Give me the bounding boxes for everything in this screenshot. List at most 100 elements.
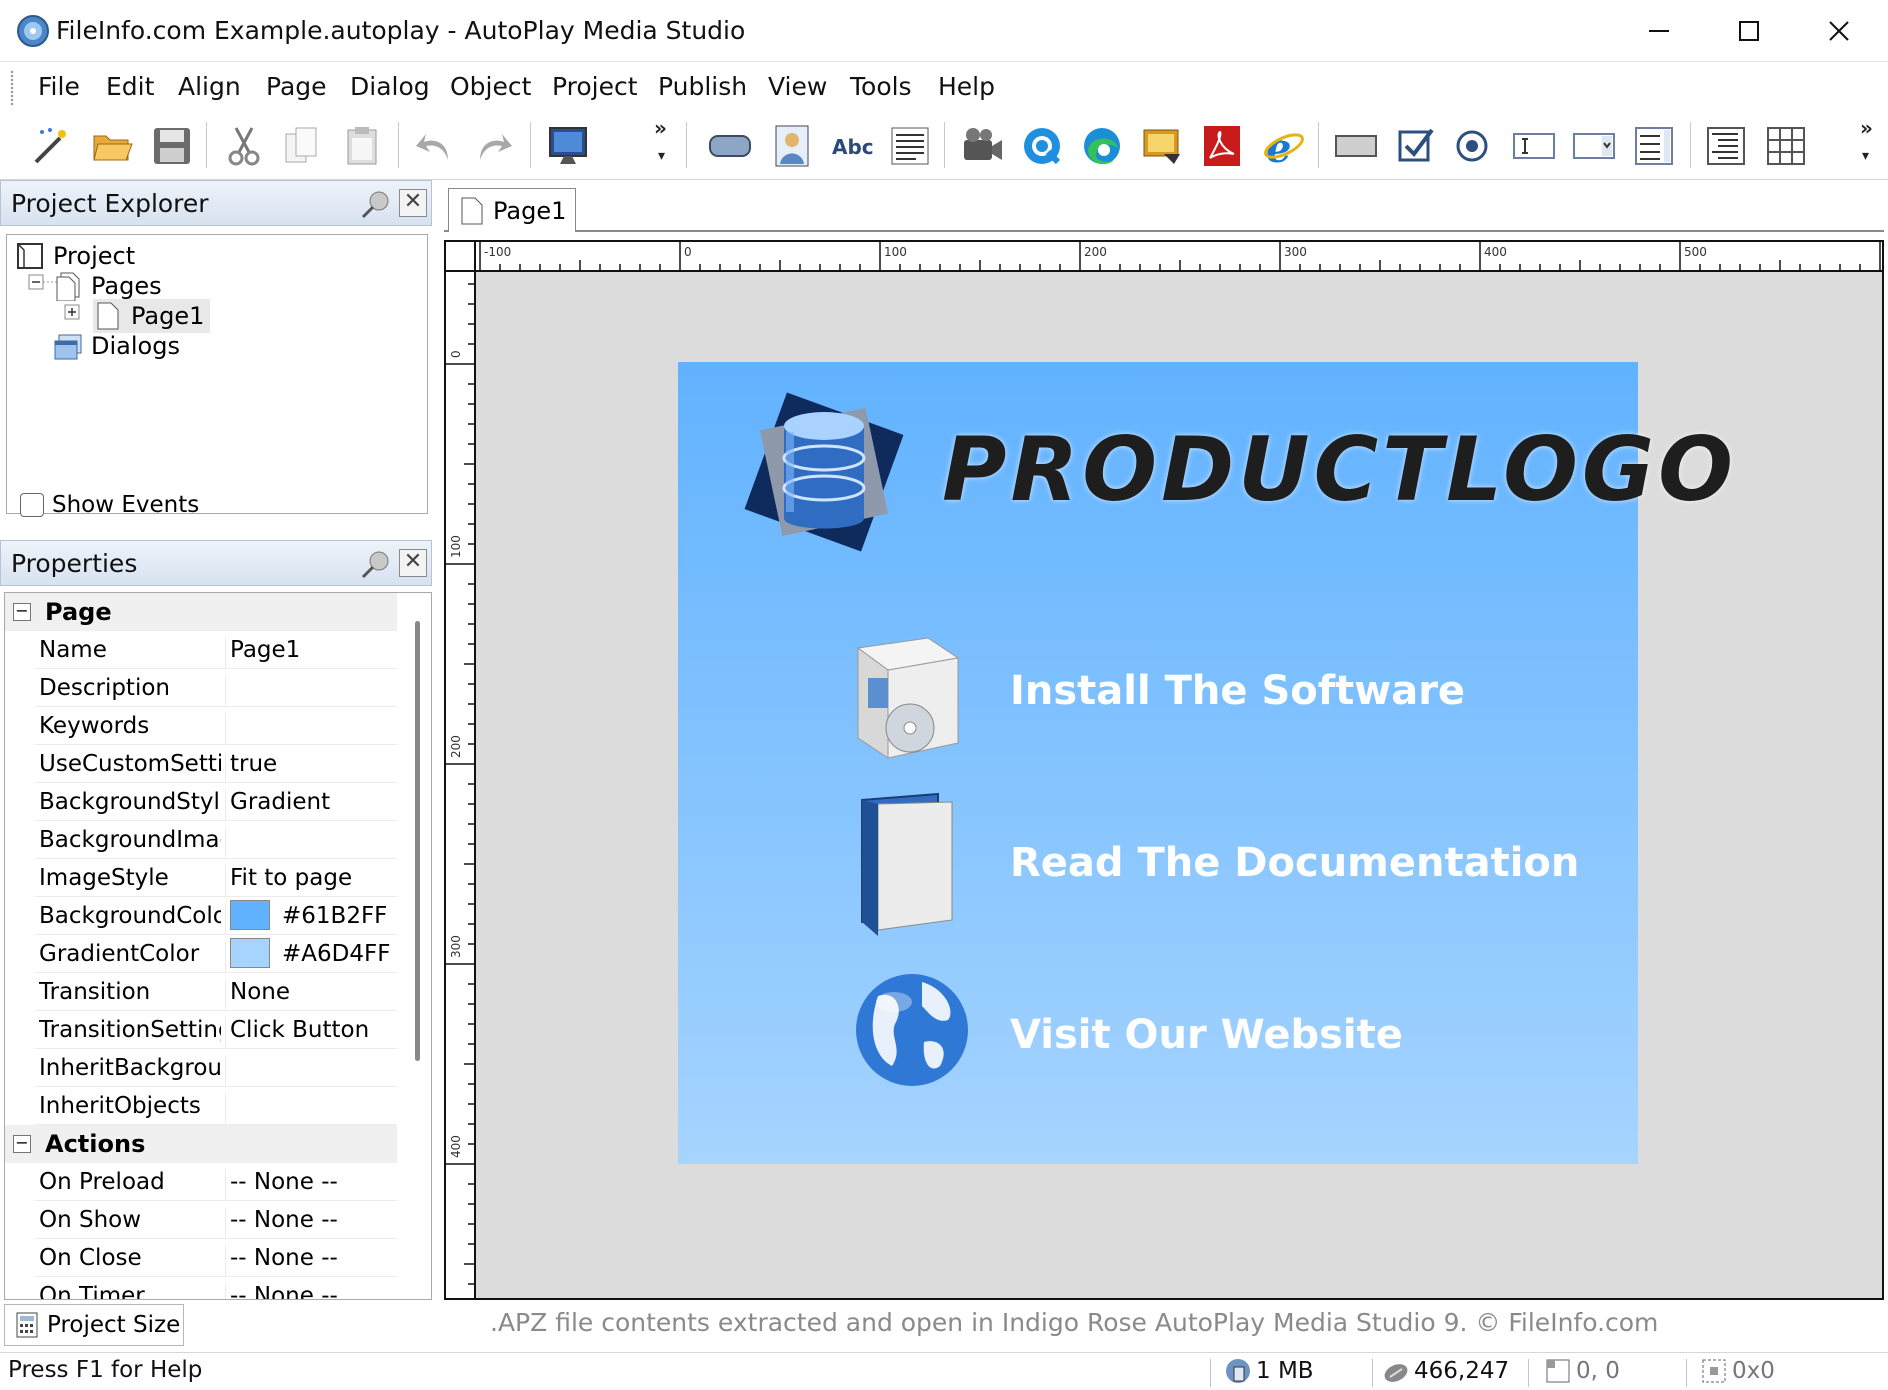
open-button[interactable] bbox=[86, 120, 138, 172]
wizard-button[interactable] bbox=[24, 120, 76, 172]
prop-group-page[interactable]: − Page bbox=[5, 593, 397, 631]
prop-row-description[interactable]: Description bbox=[35, 669, 397, 707]
insert-tree-object[interactable] bbox=[1700, 120, 1752, 172]
menu-publish[interactable]: Publish bbox=[658, 72, 747, 101]
toolbar-overflow-right[interactable]: » bbox=[1860, 116, 1873, 140]
insert-quicktime-object[interactable] bbox=[1016, 120, 1068, 172]
pin-icon[interactable] bbox=[359, 549, 391, 579]
prop-value[interactable]: -- None -- bbox=[225, 1283, 338, 1299]
toolbar-dropdown-right[interactable]: ▾ bbox=[1862, 148, 1869, 164]
prop-value[interactable] bbox=[225, 1055, 230, 1087]
insert-text-object[interactable]: Abc bbox=[826, 120, 878, 172]
prop-value[interactable]: true bbox=[225, 751, 277, 783]
color-swatch[interactable] bbox=[230, 899, 270, 930]
insert-pdf-object[interactable] bbox=[1196, 120, 1248, 172]
preview-button[interactable] bbox=[542, 120, 594, 172]
prop-value[interactable] bbox=[225, 1093, 230, 1125]
collapse-icon[interactable]: − bbox=[13, 1135, 31, 1153]
prop-value-color[interactable]: #A6D4FF bbox=[225, 937, 390, 973]
prop-row-backgroundcolor[interactable]: BackgroundColo #61B2FF bbox=[35, 897, 397, 935]
prop-row-backgroundimage[interactable]: BackgroundImag bbox=[35, 821, 397, 859]
prop-value[interactable] bbox=[225, 713, 230, 745]
insert-ie-object[interactable]: e bbox=[1258, 120, 1310, 172]
prop-row-onpreload[interactable]: On Preload -- None -- bbox=[35, 1163, 397, 1201]
menu-file[interactable]: File bbox=[38, 72, 80, 101]
prop-row-onshow[interactable]: On Show -- None -- bbox=[35, 1201, 397, 1239]
prop-group-actions[interactable]: − Actions bbox=[5, 1125, 397, 1163]
prop-value[interactable]: -- None -- bbox=[225, 1169, 338, 1201]
toolbar-overflow-left[interactable]: » bbox=[654, 116, 667, 140]
menu-view[interactable]: View bbox=[768, 72, 827, 101]
redo-button[interactable] bbox=[468, 120, 520, 172]
insert-input-object[interactable] bbox=[1330, 120, 1382, 172]
tree-item-page1[interactable]: Page1 bbox=[93, 299, 211, 333]
insert-listbox-object[interactable] bbox=[1628, 120, 1680, 172]
project-size-tab[interactable]: Project Size bbox=[4, 1304, 184, 1346]
prop-row-gradientcolor[interactable]: GradientColor #A6D4FF bbox=[35, 935, 397, 973]
close-button[interactable] bbox=[1794, 0, 1884, 62]
collapse-icon[interactable]: − bbox=[13, 603, 31, 621]
install-software-link[interactable]: Install The Software bbox=[1010, 668, 1465, 714]
visit-website-link[interactable]: Visit Our Website bbox=[1010, 1012, 1403, 1058]
prop-row-transition[interactable]: Transition None bbox=[35, 973, 397, 1011]
tab-page1[interactable]: Page1 bbox=[448, 188, 576, 232]
prop-value[interactable]: -- None -- bbox=[225, 1207, 338, 1239]
prop-row-imagestyle[interactable]: ImageStyle Fit to page bbox=[35, 859, 397, 897]
page-preview[interactable]: PRODUCTLOGO Install The Software Read Th… bbox=[678, 362, 1733, 1164]
menu-edit[interactable]: Edit bbox=[106, 72, 154, 101]
prop-row-name[interactable]: Name Page1 bbox=[35, 631, 397, 669]
menu-help[interactable]: Help bbox=[938, 72, 995, 101]
checkbox-box[interactable] bbox=[20, 493, 44, 517]
menu-page[interactable]: Page bbox=[266, 72, 327, 101]
insert-combobox-object[interactable] bbox=[1568, 120, 1620, 172]
properties-close-button[interactable]: ✕ bbox=[399, 549, 427, 577]
insert-web-object[interactable] bbox=[1076, 120, 1128, 172]
insert-paragraph-object[interactable] bbox=[884, 120, 936, 172]
copy-button[interactable] bbox=[276, 120, 328, 172]
prop-row-transitionsettings[interactable]: TransitionSetting Click Button bbox=[35, 1011, 397, 1049]
prop-row-backgroundstyle[interactable]: BackgroundStyle Gradient bbox=[35, 783, 397, 821]
prop-value[interactable]: Gradient bbox=[225, 789, 330, 821]
read-documentation-link[interactable]: Read The Documentation bbox=[1010, 840, 1579, 886]
prop-row-usecustomsettings[interactable]: UseCustomSettir true bbox=[35, 745, 397, 783]
undo-button[interactable] bbox=[408, 120, 460, 172]
insert-grid-object[interactable] bbox=[1760, 120, 1812, 172]
pin-icon[interactable] bbox=[359, 189, 391, 219]
tree-expand-icon[interactable] bbox=[63, 301, 93, 325]
project-explorer-close-button[interactable]: ✕ bbox=[399, 189, 427, 217]
prop-row-keywords[interactable]: Keywords bbox=[35, 707, 397, 745]
menu-object[interactable]: Object bbox=[450, 72, 531, 101]
prop-row-inheritobjects[interactable]: InheritObjects bbox=[35, 1087, 397, 1125]
prop-value[interactable]: Page1 bbox=[225, 637, 300, 669]
prop-value[interactable]: -- None -- bbox=[225, 1245, 338, 1277]
menu-tools[interactable]: Tools bbox=[850, 72, 912, 101]
cut-button[interactable] bbox=[218, 120, 270, 172]
insert-label-object[interactable] bbox=[766, 120, 818, 172]
prop-row-ontimer[interactable]: On Timer -- None -- bbox=[35, 1277, 397, 1299]
prop-value-color[interactable]: #61B2FF bbox=[225, 899, 387, 935]
prop-value[interactable] bbox=[225, 827, 230, 859]
insert-video-object[interactable] bbox=[956, 120, 1008, 172]
paste-button[interactable] bbox=[336, 120, 388, 172]
insert-checkbox-object[interactable] bbox=[1390, 120, 1442, 172]
prop-row-inheritbackground[interactable]: InheritBackgrour bbox=[35, 1049, 397, 1087]
menu-dialog[interactable]: Dialog bbox=[350, 72, 430, 101]
insert-slideshow-object[interactable] bbox=[1136, 120, 1188, 172]
minimize-button[interactable] bbox=[1614, 0, 1704, 62]
prop-row-onclose[interactable]: On Close -- None -- bbox=[35, 1239, 397, 1277]
maximize-button[interactable] bbox=[1704, 0, 1794, 62]
show-events-checkbox[interactable]: Show Events bbox=[20, 492, 199, 518]
menu-project[interactable]: Project bbox=[552, 72, 638, 101]
properties-scrollbar[interactable] bbox=[415, 621, 420, 1061]
menu-align[interactable]: Align bbox=[178, 72, 241, 101]
tree-item-dialogs[interactable]: Dialogs bbox=[53, 329, 180, 363]
tree-item-project[interactable]: Project bbox=[15, 239, 135, 273]
prop-value[interactable]: None bbox=[225, 979, 290, 1011]
tree-item-pages[interactable]: Pages bbox=[53, 269, 162, 303]
prop-value[interactable] bbox=[225, 675, 230, 707]
insert-textinput-object[interactable] bbox=[1508, 120, 1560, 172]
insert-button-object[interactable] bbox=[704, 120, 756, 172]
color-swatch[interactable] bbox=[230, 937, 270, 968]
insert-radio-object[interactable] bbox=[1446, 120, 1498, 172]
toolbar-dropdown-left[interactable]: ▾ bbox=[658, 148, 665, 164]
